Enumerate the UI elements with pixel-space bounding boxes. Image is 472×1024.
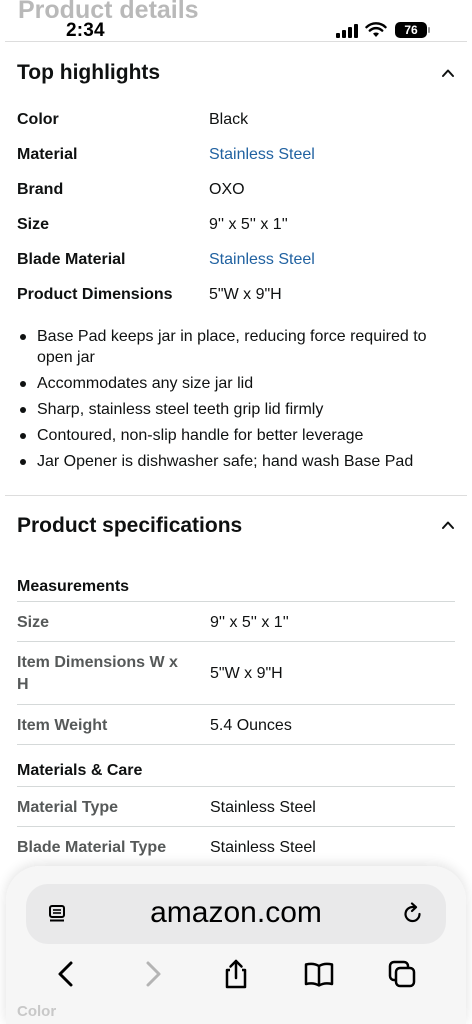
section-divider: [5, 495, 467, 496]
tabs-icon[interactable]: [386, 958, 418, 990]
forward-icon[interactable]: [137, 958, 169, 990]
spec-label-blade-material-type: Blade Material Type: [17, 839, 167, 856]
spec-label-item-weight: Item Weight: [17, 717, 108, 734]
spec-group-materials-care: Materials & Care: [17, 762, 143, 779]
highlight-label-brand: Brand: [17, 181, 64, 198]
spec-value-material-type: Stainless Steel: [210, 799, 316, 816]
product-specifications-title: Product specifications: [17, 514, 243, 537]
spec-row-divider: [17, 704, 455, 705]
wifi-icon: [365, 22, 387, 37]
feature-bullet: Contoured, non-slip handle for better le…: [17, 425, 457, 446]
feature-bullet: Accommodates any size jar lid: [17, 373, 457, 394]
highlight-label-color: Color: [17, 111, 59, 128]
highlight-label-size: Size: [17, 216, 50, 233]
highlight-value-brand: OXO: [209, 181, 245, 198]
highlight-value-product-dimensions: 5"W x 9"H: [209, 286, 282, 303]
battery-icon: 76: [395, 22, 427, 38]
highlight-label-material: Material: [17, 146, 78, 163]
spec-value-blade-material-type: Stainless Steel: [210, 839, 316, 856]
spec-value-size: 9'' x 5'' x 1'': [210, 614, 289, 631]
top-highlights-title: Top highlights: [17, 61, 161, 84]
feature-bullet: Sharp, stainless steel teeth grip lid fi…: [17, 399, 457, 420]
header-divider: [5, 41, 467, 42]
highlight-value-blade-material-link[interactable]: Stainless Steel: [209, 251, 315, 269]
spec-label-item-dimensions: Item Dimensions W x H: [17, 654, 178, 693]
spec-row-divider: [17, 786, 455, 787]
highlight-value-material-link[interactable]: Stainless Steel: [209, 146, 315, 164]
share-icon[interactable]: [220, 958, 252, 990]
spec-value-item-dimensions: 5"W x 9"H: [210, 665, 283, 682]
highlight-value-color: Black: [209, 111, 249, 128]
spec-group-measurements: Measurements: [17, 578, 130, 595]
collapse-specifications-chevron-icon[interactable]: [441, 518, 455, 532]
address-bar[interactable]: amazon.com: [26, 884, 446, 944]
feature-bullet: Base Pad keeps jar in place, reducing fo…: [17, 326, 457, 368]
spec-label-material-type: Material Type: [17, 799, 119, 816]
highlight-value-size: 9'' x 5'' x 1'': [209, 216, 288, 233]
highlight-label-blade-material: Blade Material: [17, 251, 126, 268]
status-bar: 2:34 76: [0, 20, 472, 42]
url-text[interactable]: amazon.com: [26, 896, 446, 930]
feature-bullet-list: Base Pad keeps jar in place, reducing fo…: [17, 326, 457, 477]
cellular-signal-icon: [336, 24, 360, 38]
faded-row-label: Color: [17, 1003, 57, 1020]
feature-bullet: Jar Opener is dishwasher safe; hand wash…: [17, 451, 457, 472]
battery-tip: [428, 27, 430, 33]
reload-icon[interactable]: [402, 902, 424, 926]
spec-value-item-weight: 5.4 Ounces: [210, 717, 292, 734]
spec-row-divider: [17, 601, 455, 602]
spec-row-divider: [17, 641, 455, 642]
highlight-label-product-dimensions: Product Dimensions: [17, 286, 173, 303]
collapse-highlights-chevron-icon[interactable]: [441, 66, 455, 80]
browser-toolbar: amazon.com: [6, 866, 466, 1024]
back-icon[interactable]: [50, 958, 82, 990]
spec-row-divider: [17, 826, 455, 827]
bookmarks-icon[interactable]: [303, 958, 335, 990]
spec-label-size: Size: [17, 614, 50, 631]
spec-row-divider: [17, 744, 455, 745]
status-time: 2:34: [66, 20, 105, 41]
